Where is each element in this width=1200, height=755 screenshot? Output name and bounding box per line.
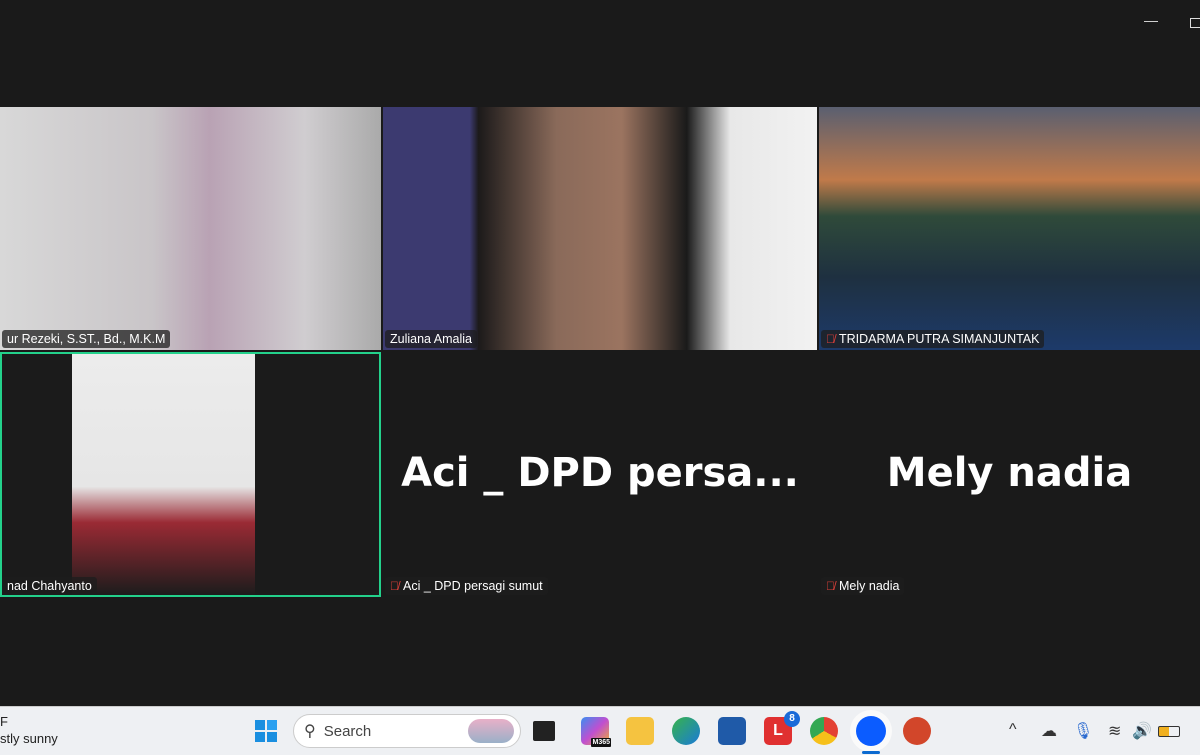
participant-name-label: 🎙̸ Aci _ DPD persagi sumut [385, 577, 548, 595]
microsoft-365-icon[interactable]: M365 [581, 717, 611, 747]
muted-mic-icon: 🎙̸ [390, 579, 399, 593]
participant-video [383, 107, 817, 350]
participant-video [0, 107, 381, 350]
weather-widget[interactable]: F stly sunny [0, 713, 58, 747]
weather-text: stly sunny [0, 731, 58, 746]
m365-label: M365 [591, 738, 611, 747]
onedrive-offline-icon[interactable]: ☁ [1041, 721, 1057, 741]
video-tile-active-speaker[interactable]: nad Chahyanto [0, 352, 381, 597]
wifi-icon[interactable]: ≋ [1108, 721, 1121, 741]
windows-start-icon[interactable] [252, 717, 280, 745]
notification-badge: 8 [784, 711, 800, 727]
participant-name-label: 🎙̸ TRIDARMA PUTRA SIMANJUNTAK [821, 330, 1045, 348]
participant-name-label: 🎙̸ Mely nadia [821, 577, 905, 595]
muted-mic-icon: 🎙̸ [826, 579, 835, 593]
video-tile[interactable]: Mely nadia 🎙̸ Mely nadia [819, 352, 1200, 597]
active-app-indicator [862, 751, 880, 754]
chrome-icon[interactable] [810, 717, 838, 745]
task-view-icon[interactable] [533, 721, 555, 741]
file-explorer-icon[interactable] [626, 717, 654, 745]
video-tile[interactable]: Aci _ DPD persa... 🎙̸ Aci _ DPD persagi s… [383, 352, 817, 597]
video-tile[interactable]: ur Rezeki, S.ST., Bd., M.K.M [0, 107, 381, 350]
taskbar: F stly sunny ⚲ Search M365 L 8 ^ ☁ 🎙 ≋ 🔊 [0, 706, 1200, 755]
weather-temp: F [0, 714, 8, 729]
search-icon: ⚲ [304, 723, 316, 740]
muted-mic-icon: 🎙̸ [826, 332, 835, 346]
battery-icon[interactable] [1158, 726, 1180, 737]
participant-name-label: ur Rezeki, S.ST., Bd., M.K.M [2, 330, 171, 348]
app-l-icon[interactable]: L 8 [764, 711, 800, 745]
video-tile[interactable]: 🎙̸ TRIDARMA PUTRA SIMANJUNTAK [819, 107, 1200, 350]
participant-name-label: Zuliana Amalia [385, 330, 477, 348]
participant-video [819, 107, 1200, 350]
microphone-location-icon[interactable]: 🎙 [1073, 721, 1093, 741]
video-tile[interactable]: Zuliana Amalia [383, 107, 817, 350]
participant-video [72, 354, 255, 595]
powerpoint-icon[interactable] [903, 717, 931, 745]
restore-icon[interactable] [1190, 18, 1200, 28]
chevron-up-icon[interactable]: ^ [1009, 721, 1017, 739]
search-highlight-image [468, 719, 514, 743]
zoom-icon[interactable] [856, 716, 886, 746]
volume-icon[interactable]: 🔊 [1132, 721, 1152, 741]
participant-display-name: Aci _ DPD persa... [401, 450, 799, 496]
edge-icon[interactable] [672, 717, 700, 745]
search-placeholder: Search [323, 722, 372, 740]
participant-display-name: Mely nadia [886, 450, 1133, 496]
minimize-icon[interactable]: — [1144, 12, 1158, 28]
search-box[interactable]: ⚲ Search [293, 714, 521, 748]
store-icon[interactable] [718, 717, 746, 745]
participant-name-label: nad Chahyanto [2, 577, 97, 595]
